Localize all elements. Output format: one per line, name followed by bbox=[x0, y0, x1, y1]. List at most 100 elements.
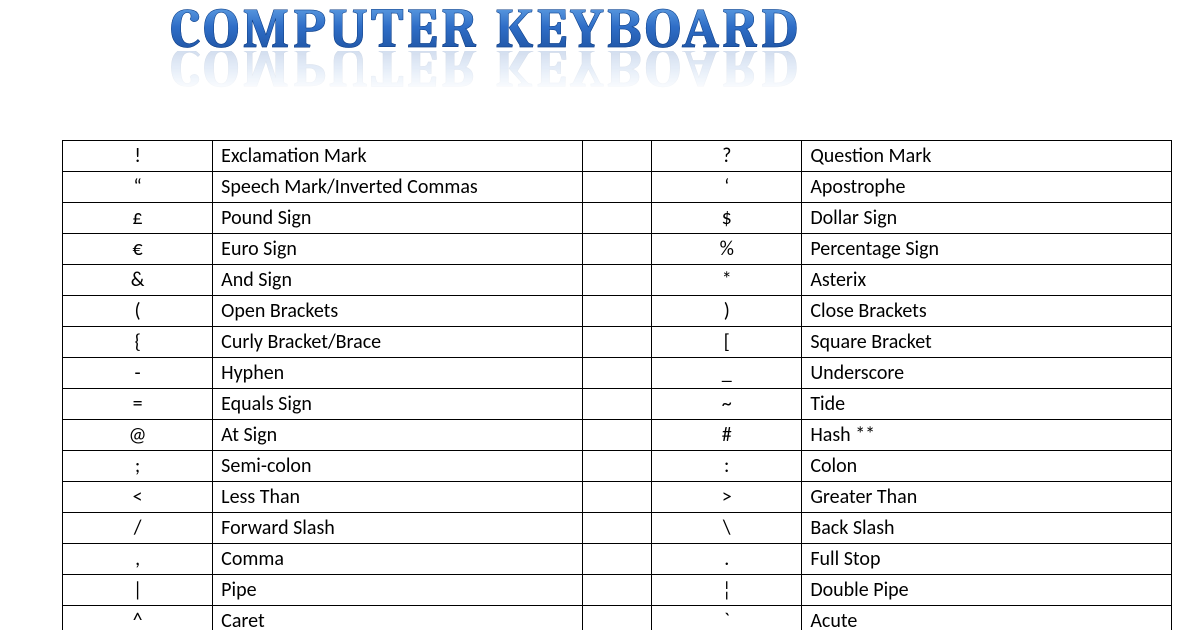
right-name: Colon bbox=[802, 451, 1172, 482]
left-symbol: / bbox=[63, 513, 213, 544]
table-row: ;Semi-colon:Colon bbox=[63, 451, 1172, 482]
spacer-cell bbox=[582, 358, 651, 389]
symbol-table: !Exclamation Mark?Question Mark“Speech M… bbox=[62, 140, 1172, 630]
spacer-cell bbox=[582, 606, 651, 630]
right-name: Double Pipe bbox=[802, 575, 1172, 606]
spacer-cell bbox=[582, 296, 651, 327]
left-name: Hyphen bbox=[213, 358, 583, 389]
right-name: Asterix bbox=[802, 265, 1172, 296]
spacer-cell bbox=[582, 234, 651, 265]
spacer-cell bbox=[582, 482, 651, 513]
table-row: £Pound Sign $Dollar Sign bbox=[63, 203, 1172, 234]
table-row: ^Caret `Acute bbox=[63, 606, 1172, 630]
right-symbol: ` bbox=[652, 606, 802, 630]
right-symbol: > bbox=[652, 482, 802, 513]
spacer-cell bbox=[582, 544, 651, 575]
spacer-cell bbox=[582, 451, 651, 482]
right-symbol: # bbox=[652, 420, 802, 451]
table-row: @At Sign #Hash ** bbox=[63, 420, 1172, 451]
right-name: Dollar Sign bbox=[802, 203, 1172, 234]
left-name: At Sign bbox=[213, 420, 583, 451]
spacer-cell bbox=[582, 389, 651, 420]
table-row: =Equals Sign ~Tide bbox=[63, 389, 1172, 420]
right-symbol: [ bbox=[652, 327, 802, 358]
spacer-cell bbox=[582, 203, 651, 234]
table-row: |Pipe ¦Double Pipe bbox=[63, 575, 1172, 606]
left-symbol: < bbox=[63, 482, 213, 513]
left-name: Caret bbox=[213, 606, 583, 630]
left-name: And Sign bbox=[213, 265, 583, 296]
left-symbol: ( bbox=[63, 296, 213, 327]
page-title-block: COMPUTER KEYBOARD COMPUTER KEYBOARD bbox=[170, 0, 1070, 96]
right-name: Close Brackets bbox=[802, 296, 1172, 327]
title-reflection: COMPUTER KEYBOARD bbox=[170, 51, 1070, 96]
spacer-cell bbox=[582, 141, 651, 172]
table-row: !Exclamation Mark?Question Mark bbox=[63, 141, 1172, 172]
right-symbol: ) bbox=[652, 296, 802, 327]
left-symbol: “ bbox=[63, 172, 213, 203]
right-symbol: \ bbox=[652, 513, 802, 544]
table-row: -Hyphen _Underscore bbox=[63, 358, 1172, 389]
right-symbol: $ bbox=[652, 203, 802, 234]
right-name: Tide bbox=[802, 389, 1172, 420]
spacer-cell bbox=[582, 265, 651, 296]
spacer-cell bbox=[582, 420, 651, 451]
table-row: €Euro Sign%Percentage Sign bbox=[63, 234, 1172, 265]
left-name: Equals Sign bbox=[213, 389, 583, 420]
table-row: <Less Than >Greater Than bbox=[63, 482, 1172, 513]
right-symbol: ¦ bbox=[652, 575, 802, 606]
right-symbol: ~ bbox=[652, 389, 802, 420]
spacer-cell bbox=[582, 172, 651, 203]
left-name: Speech Mark/Inverted Commas bbox=[213, 172, 583, 203]
right-name: Percentage Sign bbox=[802, 234, 1172, 265]
right-symbol: _ bbox=[652, 358, 802, 389]
right-symbol: ? bbox=[652, 141, 802, 172]
right-symbol: ‘ bbox=[652, 172, 802, 203]
spacer-cell bbox=[582, 513, 651, 544]
right-symbol: . bbox=[652, 544, 802, 575]
left-symbol: € bbox=[63, 234, 213, 265]
left-symbol: @ bbox=[63, 420, 213, 451]
left-name: Less Than bbox=[213, 482, 583, 513]
left-symbol: £ bbox=[63, 203, 213, 234]
right-name: Acute bbox=[802, 606, 1172, 630]
left-symbol: ; bbox=[63, 451, 213, 482]
right-name: Underscore bbox=[802, 358, 1172, 389]
left-symbol: { bbox=[63, 327, 213, 358]
table-row: {Curly Bracket/Brace [Square Bracket bbox=[63, 327, 1172, 358]
left-symbol: , bbox=[63, 544, 213, 575]
right-name: Back Slash bbox=[802, 513, 1172, 544]
table-row: (Open Brackets)Close Brackets bbox=[63, 296, 1172, 327]
right-name: Square Bracket bbox=[802, 327, 1172, 358]
right-name: Full Stop bbox=[802, 544, 1172, 575]
right-symbol: % bbox=[652, 234, 802, 265]
table-row: ,Comma.Full Stop bbox=[63, 544, 1172, 575]
left-symbol: ^ bbox=[63, 606, 213, 630]
spacer-cell bbox=[582, 327, 651, 358]
left-symbol: & bbox=[63, 265, 213, 296]
table-row: &And Sign *Asterix bbox=[63, 265, 1172, 296]
right-name: Greater Than bbox=[802, 482, 1172, 513]
right-symbol: * bbox=[652, 265, 802, 296]
page-title-reflection-text: COMPUTER KEYBOARD bbox=[170, 51, 801, 96]
right-name: Hash ** bbox=[802, 420, 1172, 451]
left-symbol: ! bbox=[63, 141, 213, 172]
left-name: Semi-colon bbox=[213, 451, 583, 482]
left-name: Pipe bbox=[213, 575, 583, 606]
right-name: Apostrophe bbox=[802, 172, 1172, 203]
right-symbol: : bbox=[652, 451, 802, 482]
left-name: Comma bbox=[213, 544, 583, 575]
right-name: Question Mark bbox=[802, 141, 1172, 172]
left-symbol: - bbox=[63, 358, 213, 389]
left-symbol: | bbox=[63, 575, 213, 606]
page-title: COMPUTER KEYBOARD bbox=[170, 0, 801, 59]
left-name: Exclamation Mark bbox=[213, 141, 583, 172]
table-row: /Forward Slash \Back Slash bbox=[63, 513, 1172, 544]
table-row: “Speech Mark/Inverted Commas ‘Apostrophe bbox=[63, 172, 1172, 203]
left-symbol: = bbox=[63, 389, 213, 420]
left-name: Forward Slash bbox=[213, 513, 583, 544]
left-name: Pound Sign bbox=[213, 203, 583, 234]
left-name: Curly Bracket/Brace bbox=[213, 327, 583, 358]
left-name: Euro Sign bbox=[213, 234, 583, 265]
spacer-cell bbox=[582, 575, 651, 606]
